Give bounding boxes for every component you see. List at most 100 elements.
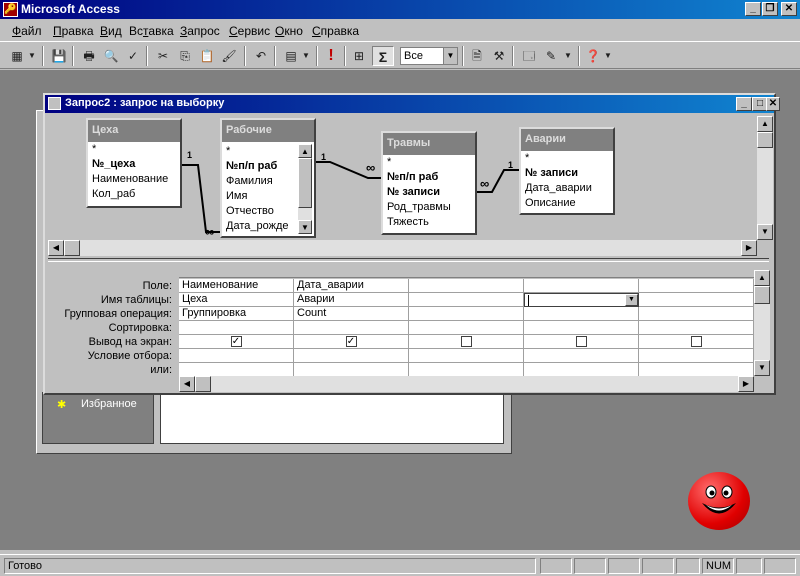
scroll-down-icon[interactable]: ▼ — [298, 220, 312, 234]
grid-total-cell[interactable]: Группировка — [179, 307, 294, 321]
field-item[interactable]: * — [88, 142, 180, 157]
grid-field-cell[interactable]: Дата_аварии — [294, 279, 409, 293]
grid-total-cell[interactable] — [409, 307, 524, 321]
row-label-sort: Сортировка: — [108, 322, 172, 334]
scroll-thumb[interactable] — [195, 376, 211, 392]
grid-criteria-cell[interactable] — [524, 349, 639, 363]
office-assistant-smiley-icon[interactable] — [688, 472, 750, 530]
scroll-up-icon[interactable]: ▲ — [298, 144, 312, 158]
table-pane-hscroll[interactable]: ◀ ▶ — [48, 240, 757, 256]
field-item[interactable]: Дата_аварии — [521, 181, 613, 196]
field-item[interactable]: Отчество — [222, 204, 298, 219]
status-panel — [764, 558, 796, 574]
status-panel — [676, 558, 700, 574]
field-item[interactable]: Описание — [521, 196, 613, 211]
row-label-field: Поле: — [142, 280, 172, 292]
scroll-left-icon[interactable]: ◀ — [179, 376, 195, 392]
row-label-total: Групповая операция: — [64, 308, 172, 320]
scroll-up-icon[interactable]: ▲ — [757, 116, 773, 132]
row-label-show: Вывод на экран: — [88, 336, 172, 348]
field-item[interactable]: Кол_раб — [88, 187, 180, 202]
scroll-down-icon[interactable]: ▼ — [754, 360, 770, 376]
grid-total-cell[interactable] — [639, 307, 754, 321]
grid-total-cell[interactable]: Count — [294, 307, 409, 321]
scroll-thumb[interactable] — [754, 286, 770, 304]
grid-field-cell[interactable] — [409, 279, 524, 293]
grid-table-cell[interactable] — [409, 293, 524, 307]
smiley-face-icon — [702, 485, 736, 514]
pane-splitter[interactable] — [48, 258, 769, 262]
scroll-right-icon[interactable]: ▶ — [741, 240, 757, 256]
grid-or-cell[interactable] — [179, 363, 294, 377]
field-item[interactable]: * — [222, 144, 298, 159]
grid-field-cell[interactable]: Наименование — [179, 279, 294, 293]
field-item[interactable]: № записи — [383, 185, 475, 200]
table-title-travmy[interactable]: Травмы — [383, 133, 475, 155]
field-item[interactable]: * — [521, 151, 613, 166]
grid-table-cell[interactable]: Цеха — [179, 293, 294, 307]
grid-table-cell-active[interactable]: ▼ — [524, 293, 639, 307]
grid-criteria-cell[interactable] — [179, 349, 294, 363]
grid-show-cell — [409, 335, 524, 349]
field-list-travmy[interactable]: Травмы * №п/п раб № записи Род_травмы Тя… — [381, 131, 477, 235]
grid-sort-cell[interactable] — [524, 321, 639, 335]
table-title-ceha[interactable]: Цеха — [88, 120, 180, 142]
grid-or-cell[interactable] — [294, 363, 409, 377]
grid-sort-cell[interactable] — [179, 321, 294, 335]
field-list-rabochie[interactable]: Рабочие * №п/п раб Фамилия Имя Отчество … — [220, 118, 316, 238]
show-checkbox[interactable] — [575, 336, 587, 347]
row-label-or: или: — [150, 364, 172, 376]
field-item[interactable]: Наименование — [88, 172, 180, 187]
relation-line-ceha-rabochie — [182, 164, 222, 233]
grid-or-cell[interactable] — [409, 363, 524, 377]
table-pane-vscroll[interactable]: ▲ ▼ — [757, 116, 773, 240]
status-panel — [736, 558, 762, 574]
show-checkbox[interactable] — [460, 336, 472, 347]
scroll-thumb[interactable] — [298, 158, 312, 208]
grid-field-cell[interactable] — [524, 279, 639, 293]
field-item[interactable]: № записи — [521, 166, 613, 181]
grid-total-cell[interactable] — [524, 307, 639, 321]
grid-show-cell: ✓ — [179, 335, 294, 349]
scroll-up-icon[interactable]: ▲ — [754, 270, 770, 286]
grid-criteria-cell[interactable] — [409, 349, 524, 363]
field-list-avarii[interactable]: Аварии * № записи Дата_аварии Описание — [519, 127, 615, 215]
show-checkbox[interactable] — [690, 336, 702, 347]
grid-table-cell[interactable] — [639, 293, 754, 307]
scroll-down-icon[interactable]: ▼ — [757, 224, 773, 240]
show-checkbox[interactable]: ✓ — [230, 336, 242, 347]
relation-one-label: 1 — [321, 152, 327, 162]
scroll-thumb[interactable] — [757, 132, 773, 148]
chevron-down-icon[interactable]: ▼ — [625, 294, 638, 306]
column-selector-bar[interactable] — [179, 270, 754, 278]
field-item[interactable]: Дата_рожде — [222, 219, 298, 234]
grid-hscroll[interactable]: ◀ ▶ — [179, 376, 754, 392]
field-item[interactable]: Имя — [222, 189, 298, 204]
grid-criteria-cell[interactable] — [294, 349, 409, 363]
field-item[interactable]: Род_травмы — [383, 200, 475, 215]
field-list-ceha[interactable]: Цеха * №_цеха Наименование Кол_раб — [86, 118, 182, 208]
grid-or-cell[interactable] — [639, 363, 754, 377]
table-title-avarii[interactable]: Аварии — [521, 129, 613, 151]
grid-sort-cell[interactable] — [639, 321, 754, 335]
field-item[interactable]: Тяжесть — [383, 215, 475, 230]
scroll-thumb[interactable] — [64, 240, 80, 256]
field-item[interactable]: №п/п раб — [222, 159, 298, 174]
grid-sort-cell[interactable] — [409, 321, 524, 335]
num-lock-indicator: NUM — [702, 558, 734, 574]
table-title-rabochie[interactable]: Рабочие — [222, 120, 314, 142]
field-list-scrollbar[interactable]: ▲ ▼ — [298, 144, 312, 234]
grid-table-cell[interactable]: Аварии — [294, 293, 409, 307]
grid-or-cell[interactable] — [524, 363, 639, 377]
field-item[interactable]: №_цеха — [88, 157, 180, 172]
grid-field-cell[interactable] — [639, 279, 754, 293]
field-item[interactable]: Фамилия — [222, 174, 298, 189]
grid-vscroll[interactable]: ▲ ▼ — [754, 270, 770, 376]
field-item[interactable]: №п/п раб — [383, 170, 475, 185]
grid-sort-cell[interactable] — [294, 321, 409, 335]
scroll-right-icon[interactable]: ▶ — [738, 376, 754, 392]
grid-criteria-cell[interactable] — [639, 349, 754, 363]
scroll-left-icon[interactable]: ◀ — [48, 240, 64, 256]
field-item[interactable]: * — [383, 155, 475, 170]
show-checkbox[interactable]: ✓ — [345, 336, 357, 347]
